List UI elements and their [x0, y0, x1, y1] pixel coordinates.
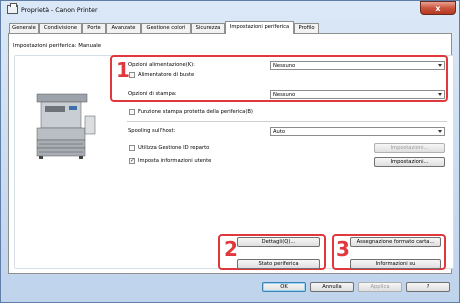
tab-profilo[interactable]: Profilo — [294, 23, 319, 33]
tab-impostazioni-periferica[interactable]: Impostazioni periferica — [225, 21, 294, 34]
cancel-button[interactable]: Annulla — [310, 282, 354, 292]
tab-porte[interactable]: Porte — [82, 23, 106, 33]
output-options-value: Nessuno — [273, 92, 296, 98]
callout-2: 2 — [224, 237, 238, 261]
help-button[interactable]: ? — [406, 282, 450, 292]
spooling-select[interactable]: Auto — [270, 127, 445, 136]
tab-generale[interactable]: Generale — [9, 23, 39, 33]
printer-preview-area — [15, 56, 112, 268]
printer-icon — [7, 3, 18, 14]
dept-id-checkbox[interactable] — [129, 145, 135, 151]
tab-gestione-colori[interactable]: Gestione colori — [141, 23, 191, 33]
details-button[interactable]: Dettagli(Q)... — [237, 237, 320, 247]
paper-source-options-label: Opzioni alimentazione(K): — [128, 62, 195, 68]
secure-print-label: Funzione stampa protetta della periferic… — [138, 109, 253, 115]
user-info-label: Imposta informazioni utente — [138, 158, 212, 164]
envelope-feeder-label: Alimentatore di buste — [138, 72, 195, 78]
device-status-button[interactable]: Stato periferica — [237, 259, 320, 269]
window-title: Proprietà - Canon Printer — [21, 7, 98, 14]
section-label: Impostazioni periferica: Manuale — [13, 43, 102, 49]
output-options-select[interactable]: Nessuno — [270, 90, 445, 99]
divider — [127, 121, 447, 122]
tab-avanzate[interactable]: Avanzate — [106, 23, 141, 33]
paper-source-options-value: Nessuno — [273, 63, 296, 69]
tab-sicurezza[interactable]: Sicurezza — [191, 23, 225, 33]
spooling-value: Auto — [273, 129, 286, 135]
spooling-label: Spooling sull'host: — [128, 128, 176, 134]
tab-condivisione[interactable]: Condivisione — [39, 23, 82, 33]
paper-size-assignment-button[interactable]: Assegnazione formato carta... — [350, 237, 441, 247]
close-button[interactable]: x — [420, 1, 456, 15]
printer-illustration — [36, 93, 96, 159]
output-options-label: Opzioni di stampa: — [128, 91, 177, 97]
dept-id-label: Utilizza Gestione ID reparto — [138, 145, 210, 151]
envelope-feeder-checkbox[interactable] — [129, 72, 135, 78]
dept-id-settings-button[interactable]: Impostazioni... — [374, 143, 445, 153]
chevron-down-icon — [438, 130, 442, 133]
user-info-settings-button[interactable]: Impostazioni... — [374, 157, 445, 167]
chevron-down-icon — [438, 64, 442, 67]
secure-print-checkbox[interactable] — [129, 109, 135, 115]
user-info-checkbox[interactable] — [129, 157, 135, 164]
ok-button[interactable]: OK — [262, 282, 306, 292]
paper-source-options-select[interactable]: Nessuno — [270, 61, 445, 70]
callout-3: 3 — [336, 237, 350, 261]
apply-button[interactable]: Applica — [358, 282, 402, 292]
about-button[interactable]: Informazioni su — [350, 259, 441, 269]
chevron-down-icon — [438, 93, 442, 96]
